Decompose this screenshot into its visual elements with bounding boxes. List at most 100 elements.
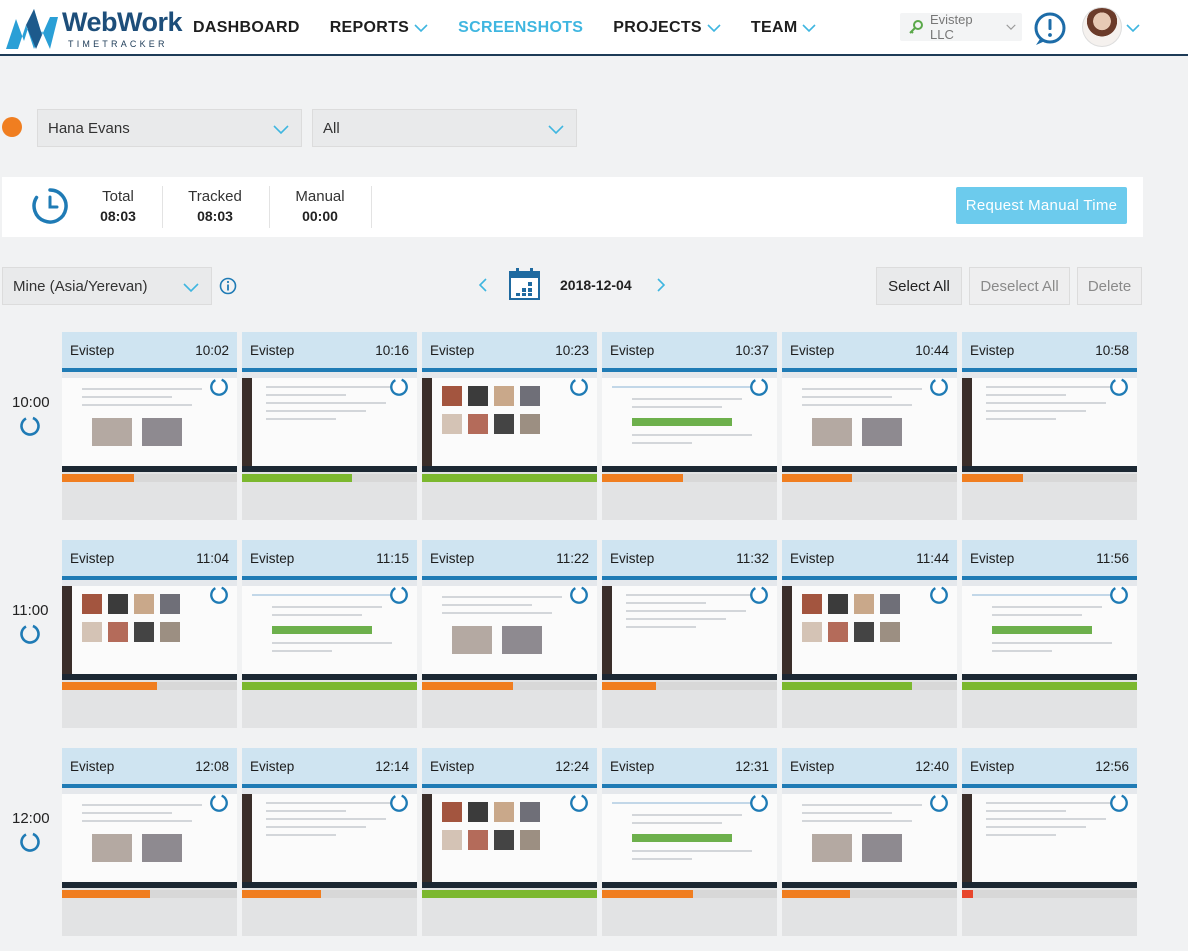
screenshot-card[interactable]: Evistep 12:08 — [62, 748, 237, 936]
screenshot-thumbnail[interactable] — [62, 580, 237, 680]
screenshot-card[interactable]: Evistep 11:15 — [242, 540, 417, 728]
deselect-all-button[interactable]: Deselect All — [969, 267, 1070, 305]
screenshot-card[interactable]: Evistep 11:44 — [782, 540, 957, 728]
select-screenshot-toggle[interactable] — [929, 377, 949, 397]
tracked-value: 08:03 — [197, 208, 233, 224]
select-ring-icon — [390, 586, 408, 604]
select-screenshot-toggle[interactable] — [569, 793, 589, 813]
next-date-icon[interactable] — [655, 278, 667, 292]
screenshot-thumbnail[interactable] — [62, 372, 237, 472]
screenshot-thumbnail[interactable] — [782, 788, 957, 888]
screenshot-thumbnail[interactable] — [422, 580, 597, 680]
screenshot-project: Evistep — [610, 551, 655, 566]
activity-bar — [782, 890, 957, 898]
user-select[interactable]: Hana Evans — [37, 109, 302, 147]
nav-projects[interactable]: PROJECTS — [613, 19, 721, 37]
previous-date-icon[interactable] — [477, 278, 489, 292]
screenshot-thumbnail[interactable] — [962, 372, 1137, 472]
screenshot-card[interactable]: Evistep 10:02 — [62, 332, 237, 520]
screenshot-thumbnail[interactable] — [242, 580, 417, 680]
screenshot-thumbnail[interactable] — [422, 788, 597, 888]
screenshot-time: 10:23 — [555, 343, 589, 358]
nav-screenshots[interactable]: SCREENSHOTS — [458, 19, 583, 37]
select-screenshot-toggle[interactable] — [1109, 585, 1129, 605]
screenshot-card[interactable]: Evistep 12:24 — [422, 748, 597, 936]
select-screenshot-toggle[interactable] — [749, 793, 769, 813]
thumbnail-taskbar — [962, 882, 1137, 888]
screenshot-thumbnail[interactable] — [602, 580, 777, 680]
request-manual-time-button[interactable]: Request Manual Time — [956, 187, 1127, 224]
timezone-select[interactable]: Mine (Asia/Yerevan) — [2, 267, 212, 305]
select-screenshot-toggle[interactable] — [389, 377, 409, 397]
company-switcher[interactable]: Evistep LLC — [900, 12, 1022, 42]
screenshot-card[interactable]: Evistep 11:04 — [62, 540, 237, 728]
info-icon[interactable] — [219, 277, 237, 295]
activity-bar-fill — [962, 890, 973, 898]
screenshot-thumbnail[interactable] — [242, 372, 417, 472]
screenshot-thumbnail[interactable] — [242, 788, 417, 888]
select-hour-toggle[interactable] — [19, 831, 41, 853]
screenshot-card[interactable]: Evistep 10:23 — [422, 332, 597, 520]
screenshot-header: Evistep 12:08 — [62, 748, 237, 788]
screenshot-card[interactable]: Evistep 11:32 — [602, 540, 777, 728]
screenshot-thumbnail[interactable] — [962, 580, 1137, 680]
select-screenshot-toggle[interactable] — [569, 377, 589, 397]
select-ring-icon — [210, 794, 228, 812]
select-all-button[interactable]: Select All — [876, 267, 962, 305]
select-screenshot-toggle[interactable] — [929, 793, 949, 813]
screenshot-card[interactable]: Evistep 12:56 — [962, 748, 1137, 936]
activity-bar — [602, 682, 777, 690]
select-hour-toggle[interactable] — [19, 415, 41, 437]
screenshot-header: Evistep 11:56 — [962, 540, 1137, 580]
user-avatar[interactable] — [1082, 7, 1122, 47]
screenshot-card[interactable]: Evistep 12:31 — [602, 748, 777, 936]
screenshot-card[interactable]: Evistep 10:37 — [602, 332, 777, 520]
thumbnail-taskbar — [962, 674, 1137, 680]
screenshot-card[interactable]: Evistep 11:56 — [962, 540, 1137, 728]
screenshot-card[interactable]: Evistep 10:16 — [242, 332, 417, 520]
select-screenshot-toggle[interactable] — [389, 793, 409, 813]
screenshot-time: 12:14 — [375, 759, 409, 774]
select-screenshot-toggle[interactable] — [749, 585, 769, 605]
nav-team[interactable]: TEAM — [751, 19, 817, 37]
screenshot-time: 12:31 — [735, 759, 769, 774]
nav-dashboard[interactable]: DASHBOARD — [193, 19, 300, 37]
chevron-down-icon[interactable] — [1126, 23, 1140, 33]
screenshot-thumbnail[interactable] — [62, 788, 237, 888]
activity-bar — [782, 474, 957, 482]
screenshot-time: 12:24 — [555, 759, 589, 774]
notifications-alert-icon[interactable] — [1032, 11, 1068, 47]
webwork-logo[interactable]: WebWork TIMETRACKER — [6, 5, 183, 51]
screenshot-thumbnail[interactable] — [422, 372, 597, 472]
select-screenshot-toggle[interactable] — [209, 377, 229, 397]
activity-bar-fill — [602, 682, 657, 690]
screenshot-thumbnail[interactable] — [962, 788, 1137, 888]
screenshot-thumbnail[interactable] — [602, 788, 777, 888]
screenshot-header: Evistep 11:44 — [782, 540, 957, 580]
screenshot-card[interactable]: Evistep 12:40 — [782, 748, 957, 936]
project-select[interactable]: All — [312, 109, 577, 147]
select-screenshot-toggle[interactable] — [749, 377, 769, 397]
screenshot-thumbnail[interactable] — [602, 372, 777, 472]
select-screenshot-toggle[interactable] — [569, 585, 589, 605]
screenshot-thumbnail[interactable] — [782, 580, 957, 680]
screenshot-time: 11:44 — [916, 551, 949, 566]
nav-reports[interactable]: REPORTS — [330, 19, 428, 37]
select-screenshot-toggle[interactable] — [209, 793, 229, 813]
thumbnail-taskbar — [62, 466, 237, 472]
user-status-dot — [2, 117, 22, 137]
activity-bar — [62, 474, 237, 482]
select-screenshot-toggle[interactable] — [389, 585, 409, 605]
select-screenshot-toggle[interactable] — [209, 585, 229, 605]
delete-button[interactable]: Delete — [1077, 267, 1142, 305]
select-hour-toggle[interactable] — [19, 623, 41, 645]
screenshot-thumbnail[interactable] — [782, 372, 957, 472]
calendar-icon[interactable] — [509, 268, 540, 300]
select-screenshot-toggle[interactable] — [1109, 793, 1129, 813]
select-screenshot-toggle[interactable] — [929, 585, 949, 605]
screenshot-card[interactable]: Evistep 10:58 — [962, 332, 1137, 520]
select-screenshot-toggle[interactable] — [1109, 377, 1129, 397]
screenshot-card[interactable]: Evistep 10:44 — [782, 332, 957, 520]
screenshot-card[interactable]: Evistep 11:22 — [422, 540, 597, 728]
screenshot-card[interactable]: Evistep 12:14 — [242, 748, 417, 936]
